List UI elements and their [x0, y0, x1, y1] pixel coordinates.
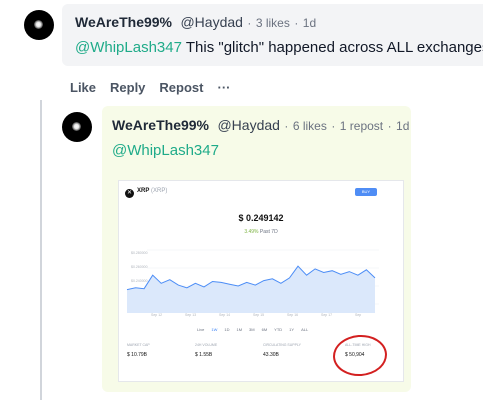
- stat-market-cap: MARKET CAP $ 10.79B: [127, 343, 150, 358]
- comment-body: @WhipLash347 This "glitch" happened acro…: [75, 39, 483, 56]
- highlight-circle: [331, 333, 389, 378]
- mention-link[interactable]: @WhipLash347: [75, 39, 182, 56]
- x-tick-label: Sep 16: [287, 313, 299, 317]
- separator: ·: [387, 119, 392, 133]
- coin-price: $ 0.249142: [238, 213, 284, 223]
- separator: ·: [331, 119, 336, 133]
- range-option: 1M: [236, 327, 243, 332]
- stat-volume: 24H VOLUME $ 1.55B: [195, 343, 217, 358]
- repost-button[interactable]: Repost: [159, 80, 203, 95]
- coin-symbol: (XRP): [151, 188, 168, 194]
- x-tick-label: Sep 13: [185, 313, 197, 317]
- like-button[interactable]: Like: [70, 80, 96, 95]
- reply-avatar[interactable]: [62, 112, 92, 142]
- author-name[interactable]: WeAreThe99%: [112, 117, 209, 133]
- timestamp[interactable]: 1d: [396, 119, 409, 133]
- range-option: 1D: [224, 327, 230, 332]
- separator: ·: [247, 16, 252, 30]
- xrp-logo-icon: ✕: [125, 189, 134, 198]
- comment-actions: Like Reply Repost ···: [70, 80, 230, 95]
- reply-header: WeAreThe99% @Haydad · 6 likes · 1 repost…: [112, 117, 409, 135]
- change-percent: 3.49%: [244, 229, 259, 235]
- buy-button: BUY: [355, 188, 377, 196]
- x-tick-label: Sep 17: [321, 313, 333, 317]
- stat-value: $ 1.55B: [195, 352, 213, 358]
- change-period: Past 7D: [259, 229, 278, 235]
- mention-link[interactable]: @WhipLash347: [112, 142, 219, 159]
- reply-body: @WhipLash347: [112, 142, 219, 159]
- thread-line: [40, 100, 42, 400]
- range-option: 1W: [211, 327, 218, 332]
- x-tick-label: Sep 12: [151, 313, 163, 317]
- x-tick-label: Sep: [355, 313, 362, 317]
- range-selector: Live 1W 1D 1M 3M 6M YTD 1Y ALL: [197, 327, 308, 332]
- author-handle[interactable]: @Haydad: [180, 14, 242, 30]
- timestamp[interactable]: 1d: [303, 16, 316, 30]
- separator: ·: [294, 16, 299, 30]
- range-option: 6M: [261, 327, 268, 332]
- avatar-image: [72, 122, 81, 131]
- stat-label: MARKET CAP: [127, 343, 150, 347]
- range-option: YTD: [274, 327, 283, 332]
- stat-label: CIRCULATING SUPPLY: [263, 343, 301, 347]
- range-option: 3M: [249, 327, 255, 332]
- range-option: Live: [197, 327, 205, 332]
- price-change: 3.49% Past 7D: [119, 229, 403, 235]
- comment-text: This "glitch" happened across ALL exchan…: [181, 39, 483, 56]
- attached-image[interactable]: ✕ XRP (XRP) BUY $ 0.249142 3.49% Past 7D…: [118, 180, 404, 382]
- avatar-image: [34, 20, 43, 29]
- stat-value: $ 10.79B: [127, 352, 148, 358]
- price-chart: [126, 249, 379, 313]
- likes-count[interactable]: 6 likes: [293, 119, 327, 133]
- more-icon[interactable]: ···: [217, 80, 230, 95]
- avatar[interactable]: [24, 10, 54, 40]
- range-option: 1Y: [289, 327, 295, 332]
- stat-label: 24H VOLUME: [195, 343, 218, 347]
- reply-button[interactable]: Reply: [110, 80, 145, 95]
- repost-count[interactable]: 1 repost: [340, 119, 383, 133]
- comment-header: WeAreThe99% @Haydad · 3 likes · 1d: [75, 14, 316, 32]
- stat-value: 43.30B: [263, 352, 279, 358]
- coin-name: XRP: [137, 188, 150, 194]
- likes-count[interactable]: 3 likes: [256, 16, 290, 30]
- stat-supply: CIRCULATING SUPPLY 43.30B: [263, 343, 301, 358]
- x-tick-label: Sep 14: [219, 313, 231, 317]
- author-handle[interactable]: @Haydad: [217, 117, 279, 133]
- range-option: ALL: [301, 327, 309, 332]
- author-name[interactable]: WeAreThe99%: [75, 14, 172, 30]
- x-tick-label: Sep 15: [253, 313, 265, 317]
- separator: ·: [284, 119, 289, 133]
